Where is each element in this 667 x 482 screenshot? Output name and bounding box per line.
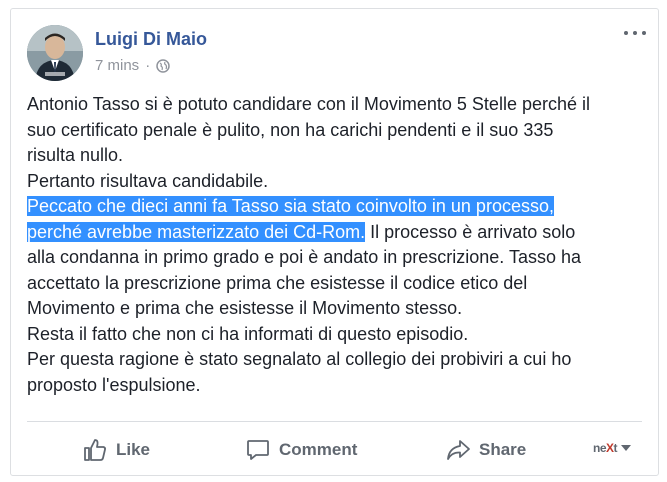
avatar[interactable] [27,25,83,81]
post-meta: 7 mins · [95,57,170,74]
post-line: perché avrebbe masterizzato dei Cd-Rom. … [27,221,576,242]
action-bar: Like Comment Share neXt [27,427,644,471]
post-line: Per questa ragione è stato segnalato al … [27,349,572,369]
post-line: suo certificato penale è pulito, non ha … [27,119,554,140]
post-line: accettato la prescrizione prima che esis… [27,272,528,293]
dropdown-caret-icon [621,445,632,451]
share-icon [447,440,470,460]
next-audience-button[interactable]: neXt [593,441,632,455]
more-dot [642,31,646,35]
post-line-highlighted: Peccato che dieci anni fa Tasso sia stat… [27,194,642,220]
post-line: Antonio Tasso si è potuto candidare con … [27,94,590,114]
more-dot [633,31,637,35]
author-name[interactable]: Luigi Di Maio [95,29,207,50]
post-card: Luigi Di Maio 7 mins · Antonio Tasso si … [10,8,659,476]
post-line: Pertanto risultava candidabile. [27,170,269,191]
post-body: Antonio Tasso si è potuto candidare con … [27,92,642,398]
avatar-image [27,25,83,81]
share-label: Share [479,440,527,459]
like-icon [84,439,106,461]
like-button[interactable]: Like [82,437,150,463]
comment-button[interactable]: Comment [245,437,357,463]
globe-icon[interactable] [156,58,170,73]
meta-separator: · [145,57,151,74]
post-line: alla condanna in primo grado e poi è and… [27,247,582,267]
post-line: Movimento e prima che esistesse il Movim… [27,298,463,318]
post-line: proposto l'espulsione. [27,374,201,395]
comment-icon [247,440,269,460]
comment-label: Comment [279,440,358,459]
more-options-icon[interactable] [624,25,646,41]
selected-text: perché avrebbe masterizzato dei Cd-Rom. [27,221,366,242]
action-divider [27,421,642,422]
post-line: Resta il fatto che non ci ha informati d… [27,323,469,344]
selected-text: Peccato che dieci anni fa Tasso sia stat… [27,196,554,216]
next-logo: neXt [593,441,618,455]
post-line: risulta nullo. [27,145,124,165]
share-button[interactable]: Share [445,437,526,463]
more-dot [624,31,628,35]
post-timestamp[interactable]: 7 mins [95,57,139,74]
like-label: Like [116,440,151,459]
